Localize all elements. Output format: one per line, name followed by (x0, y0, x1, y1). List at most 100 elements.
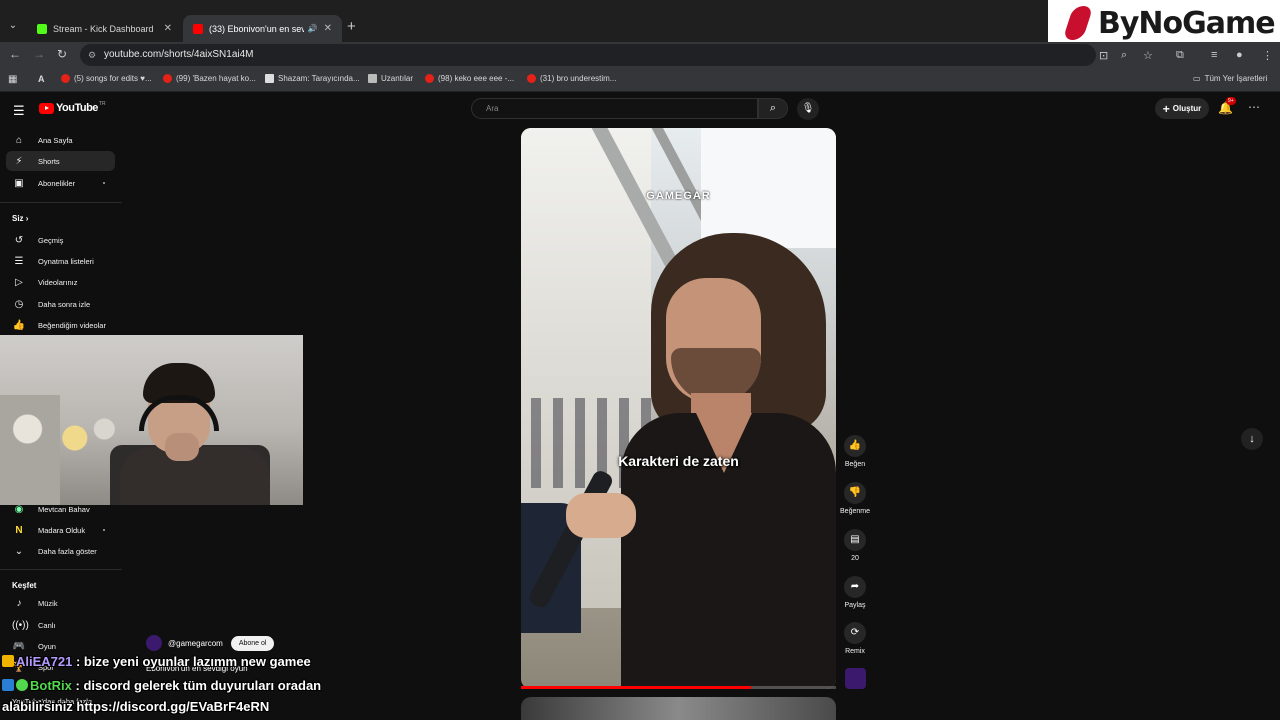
tab-search-icon[interactable]: ⌄ (5, 17, 21, 33)
youtube-wordmark: YouTube (56, 102, 98, 114)
sidebar-item-gaming[interactable]: 🎮 Oyun (6, 636, 115, 656)
reading-list-icon[interactable]: ≡ (1211, 49, 1217, 61)
video-caption: Karakteri de zaten (618, 453, 739, 469)
bookmark-item[interactable]: Uzantılar (368, 74, 413, 83)
channel-avatar[interactable] (845, 668, 866, 689)
youtube-favicon-icon (193, 23, 203, 34)
youtube-play-icon (39, 102, 54, 114)
chevron-down-icon: ⌄ (14, 545, 24, 557)
chat-text: alabilirsiniz https://discord.gg/EVaBrF4… (2, 699, 270, 714)
video-progress-bar[interactable] (521, 686, 836, 689)
sidebar-sub-channel[interactable]: N Madara Olduk (6, 520, 115, 540)
profile-avatar[interactable]: ● (1236, 49, 1243, 61)
your-videos-icon: ▷ (15, 276, 23, 288)
next-short-button[interactable]: ↓ (1241, 428, 1263, 450)
sidebar-explore-header: Keşfet (12, 581, 37, 590)
video-watermark: GAMEGAR (646, 190, 711, 202)
sidebar-item-home[interactable]: ⌂ Ana Sayfa (6, 130, 115, 150)
search-icon: ⌕ (769, 102, 777, 114)
clock-icon: ◷ (14, 298, 24, 310)
url-field[interactable]: ⚙ youtube.com/shorts/4aixSN1ai4M (80, 44, 1096, 66)
bookmark-item[interactable]: (98) keko eee eee -... (425, 74, 514, 83)
tab-title: Stream - Kick Dashboard (53, 23, 154, 34)
sidebar-item-shorts[interactable]: ⚡ Shorts (6, 151, 115, 171)
remix-button[interactable]: ⟳ Remix (840, 622, 870, 655)
sidebar-item-your-videos[interactable]: ▷ Videolarınız (6, 272, 115, 292)
short-video-player[interactable]: GAMEGAR Karakteri de zaten (521, 128, 836, 689)
site-info-icon[interactable]: ⚙ (88, 44, 96, 66)
bot-badge-icon (2, 679, 14, 691)
youtube-header: ☰ YouTube TR Ara ⌕ 🎙 + Oluştur 🔔 9+ ⋯ (0, 92, 1280, 126)
share-icon: ➦ (844, 576, 866, 598)
url-text: youtube.com/shorts/4aixSN1ai4M (104, 49, 254, 60)
sidebar-item-watch-later[interactable]: ◷ Daha sonra izle (6, 294, 115, 314)
arrow-down-icon: ↓ (1249, 433, 1255, 445)
chat-username: AliEA721 (16, 654, 73, 669)
tab-youtube-short[interactable]: (33) Ebonivon'un en sevdiği 🔊 ✕ (183, 15, 342, 42)
chat-message: AliEA721 : bize yeni oyunlar lazımm new … (2, 654, 311, 669)
bookmark-item[interactable]: (5) songs for edits ♥... (61, 74, 152, 83)
plus-icon: + (1162, 101, 1170, 116)
youtube-logo[interactable]: YouTube TR (39, 101, 106, 114)
create-button[interactable]: + Oluştur (1155, 98, 1209, 119)
address-bar-row: ← → ↻ ⚙ youtube.com/shorts/4aixSN1ai4M ⊡… (0, 42, 1280, 68)
kick-favicon-icon (37, 23, 47, 34)
back-icon[interactable]: ← (9, 47, 21, 61)
hamburger-menu-icon[interactable]: ☰ (13, 103, 25, 119)
dislike-button[interactable]: 👎 Beğenme (840, 482, 870, 515)
short-channel-row: @gamegarcom Abone ol (146, 635, 275, 651)
bynogame-logo-text: ByNoGame (1098, 5, 1276, 41)
next-short-preview[interactable] (521, 697, 836, 720)
forward-icon[interactable]: → (33, 47, 45, 61)
like-button[interactable]: 👍 Beğen (840, 435, 870, 468)
music-note-icon: ♪ (16, 597, 22, 609)
create-label: Oluştur (1172, 104, 1202, 113)
browser-menu-icon[interactable]: ⋮ (1262, 49, 1273, 62)
region-code: TR (98, 101, 106, 107)
bookmark-item[interactable]: Shazam: Tarayıcında... (265, 74, 360, 83)
install-app-icon[interactable]: ⊡ (1099, 49, 1108, 62)
bookmark-a-icon[interactable]: A (38, 74, 45, 84)
apps-grid-icon[interactable]: ▦ (8, 74, 17, 85)
search-button[interactable]: ⌕ (758, 98, 788, 119)
reload-icon[interactable]: ↻ (57, 47, 67, 61)
channel-name[interactable]: @gamegarcom (168, 639, 223, 648)
share-button[interactable]: ➦ Paylaş (840, 576, 870, 609)
channel-avatar[interactable] (146, 635, 162, 651)
new-tab-button[interactable]: + (347, 18, 356, 35)
close-tab-icon[interactable]: ✕ (324, 23, 332, 34)
bookmark-item[interactable]: (99) 'Bazen hayat ko... (163, 74, 256, 83)
folder-icon: ▭ (1193, 74, 1201, 83)
sidebar-item-history[interactable]: ↺ Geçmiş (6, 230, 115, 250)
comments-button[interactable]: ▤ 20 (840, 529, 870, 562)
remix-icon: ⟳ (844, 622, 866, 644)
extensions-icon[interactable]: ⧉ (1176, 49, 1184, 62)
tab-kick-dashboard[interactable]: Stream - Kick Dashboard ✕ (27, 15, 182, 42)
more-options-icon[interactable]: ⋯ (1248, 100, 1260, 114)
channel-avatar: N (15, 524, 23, 536)
shorts-icon: ⚡ (15, 155, 23, 167)
speaker-icon[interactable]: 🔊 (308, 24, 318, 33)
close-tab-icon[interactable]: ✕ (164, 23, 172, 34)
bynogame-mark-icon (1060, 2, 1098, 44)
chevron-right-icon: › (25, 214, 29, 223)
voice-search-button[interactable]: 🎙 (797, 98, 819, 120)
sidebar-item-live[interactable]: ((•)) Canlı (6, 615, 115, 635)
all-bookmarks-button[interactable]: ▭ Tüm Yer İşaretleri (1193, 74, 1267, 83)
sidebar-item-music[interactable]: ♪ Müzik (6, 593, 115, 613)
sidebar-show-more[interactable]: ⌄ Daha fazla göster (6, 541, 115, 561)
bynogame-logo: ByNoGame (1048, 0, 1280, 46)
chat-message-continued: alabilirsiniz https://discord.gg/EVaBrF4… (2, 699, 269, 714)
search-input[interactable]: Ara (471, 98, 758, 119)
sidebar-item-liked[interactable]: 👍 Beğendiğim videolar (6, 315, 115, 335)
sidebar-item-subscriptions[interactable]: ▣ Abonelikler (6, 173, 115, 193)
chat-badge-icon (2, 655, 14, 667)
sidebar-item-playlists[interactable]: ☰ Oynatma listeleri (6, 251, 115, 271)
zoom-icon[interactable]: ⌕ (1121, 49, 1127, 62)
bookmark-item[interactable]: (31) bro underestim... (527, 74, 616, 83)
home-icon: ⌂ (15, 134, 23, 146)
history-icon: ↺ (14, 234, 24, 246)
subscribe-button[interactable]: Abone ol (230, 635, 275, 651)
bookmark-star-icon[interactable]: ☆ (1143, 49, 1153, 62)
sidebar-you-header[interactable]: Siz › (12, 214, 28, 223)
